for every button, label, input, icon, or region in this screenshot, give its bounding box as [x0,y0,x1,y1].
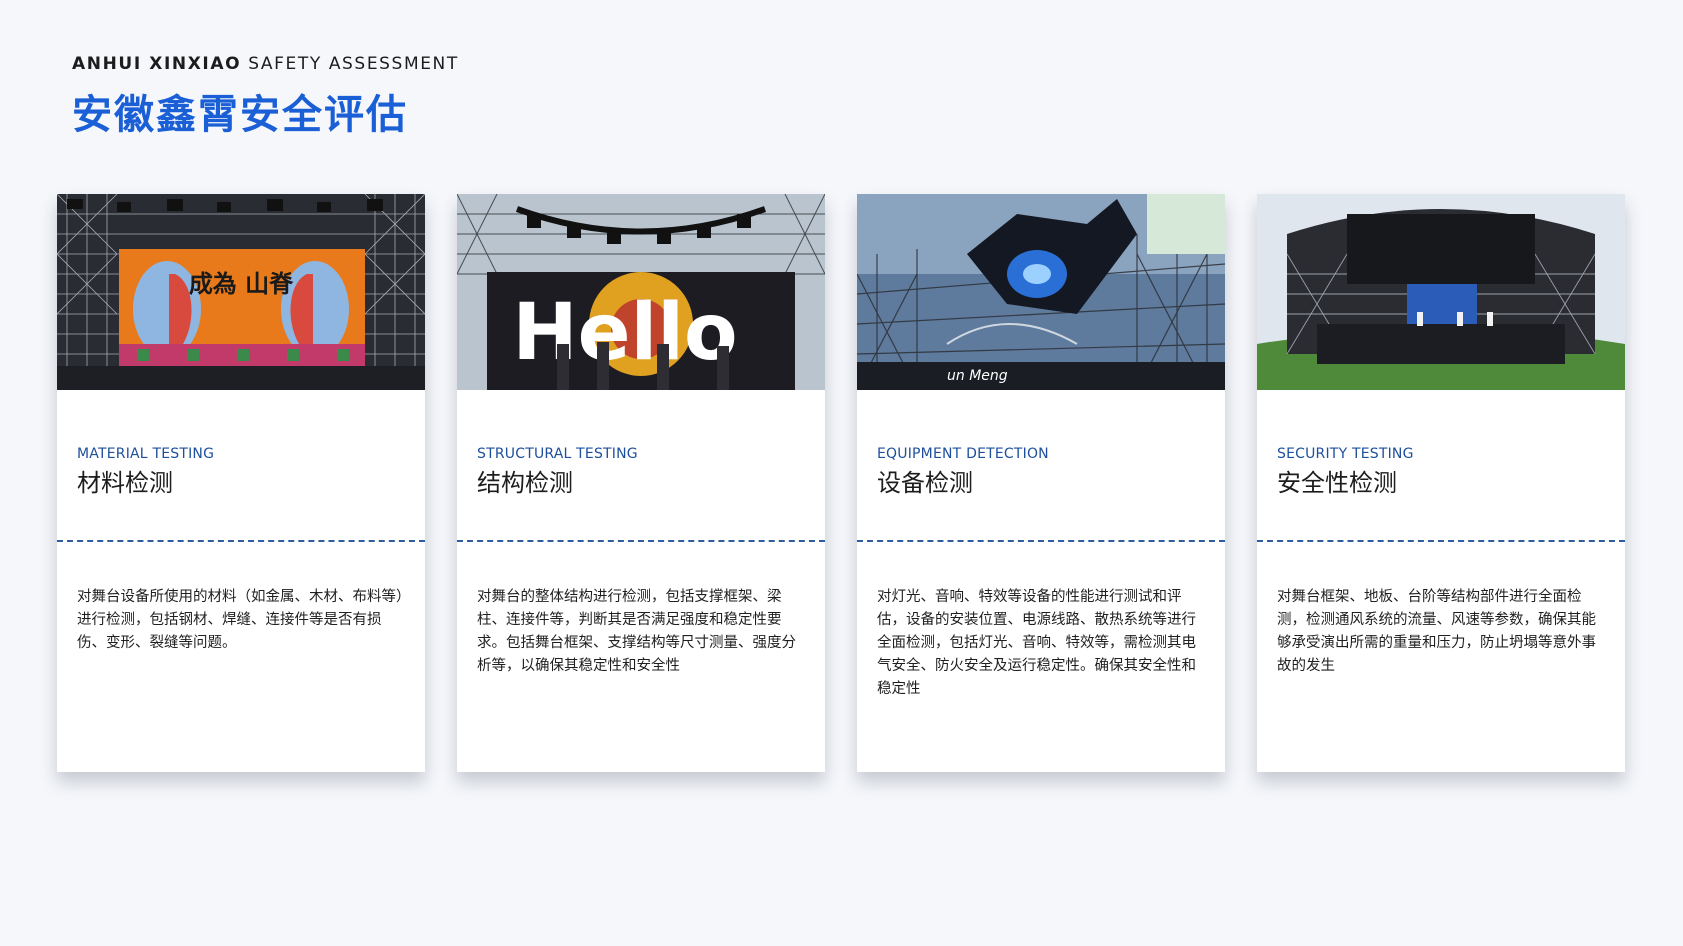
stage-photo: 成為 山脊 [57,194,425,390]
card-en-title: EQUIPMENT DETECTION [877,446,1049,462]
stage-photo: Hello [457,194,825,390]
card-description: 对舞台框架、地板、台阶等结构部件进行全面检测，检测通风系统的流量、风速等参数，确… [1277,589,1596,674]
stage-photo [1257,194,1625,390]
card-cn-title: 设备检测 [877,469,973,497]
photo-text: un Meng [947,368,1008,384]
subtitle-company: ANHUI XINXIAO [72,54,242,74]
card-en-title: MATERIAL TESTING [77,446,215,462]
page-title: 安徽鑫霄安全评估 [72,92,408,138]
card-list: 成為 山脊 MATERIAL TESTING 材料检测 对舞台设备所使用的材料（… [57,194,1625,772]
card-en-title: SECURITY TESTING [1277,446,1414,462]
card-description: 对舞台的整体结构进行检测，包括支撑框架、梁柱、连接件等，判断其是否满足强度和稳定… [477,589,796,674]
card-structural-testing: Hello STRUCTURAL TESTING 结构检测 对舞台的整体结构进行… [457,194,825,772]
card-cn-title: 安全性检测 [1277,469,1397,497]
card-material-testing: 成為 山脊 MATERIAL TESTING 材料检测 对舞台设备所使用的材料（… [57,194,425,772]
card-security-testing: SECURITY TESTING 安全性检测 对舞台框架、地板、台阶等结构部件进… [1257,194,1625,772]
dashed-divider [457,540,825,542]
card-description: 对舞台设备所使用的材料（如金属、木材、布料等）进行检测，包括钢材、焊缝、连接件等… [77,589,404,651]
slide: ANHUI XINXIAO SAFETY ASSESSMENT 安徽鑫霄安全评估 [0,0,1683,946]
page-subtitle: ANHUI XINXIAO SAFETY ASSESSMENT [72,52,459,76]
header: ANHUI XINXIAO SAFETY ASSESSMENT 安徽鑫霄安全评估 [72,52,459,140]
subtitle-rest: SAFETY ASSESSMENT [248,54,459,74]
dashed-divider [857,540,1225,542]
card-equipment-detection: un Meng EQUIPMENT DETECTION 设备检测 对灯光、音响、… [857,194,1225,772]
dashed-divider [1257,540,1625,542]
photo-text: Hello [512,288,737,378]
dashed-divider [57,540,425,542]
card-en-title: STRUCTURAL TESTING [477,446,638,462]
card-cn-title: 结构检测 [477,469,573,497]
photo-text: 成為 山脊 [189,270,294,298]
stage-photo: un Meng [857,194,1225,390]
card-description: 对灯光、音响、特效等设备的性能进行测试和评估，设备的安装位置、电源线路、散热系统… [877,589,1196,697]
card-cn-title: 材料检测 [77,469,173,497]
